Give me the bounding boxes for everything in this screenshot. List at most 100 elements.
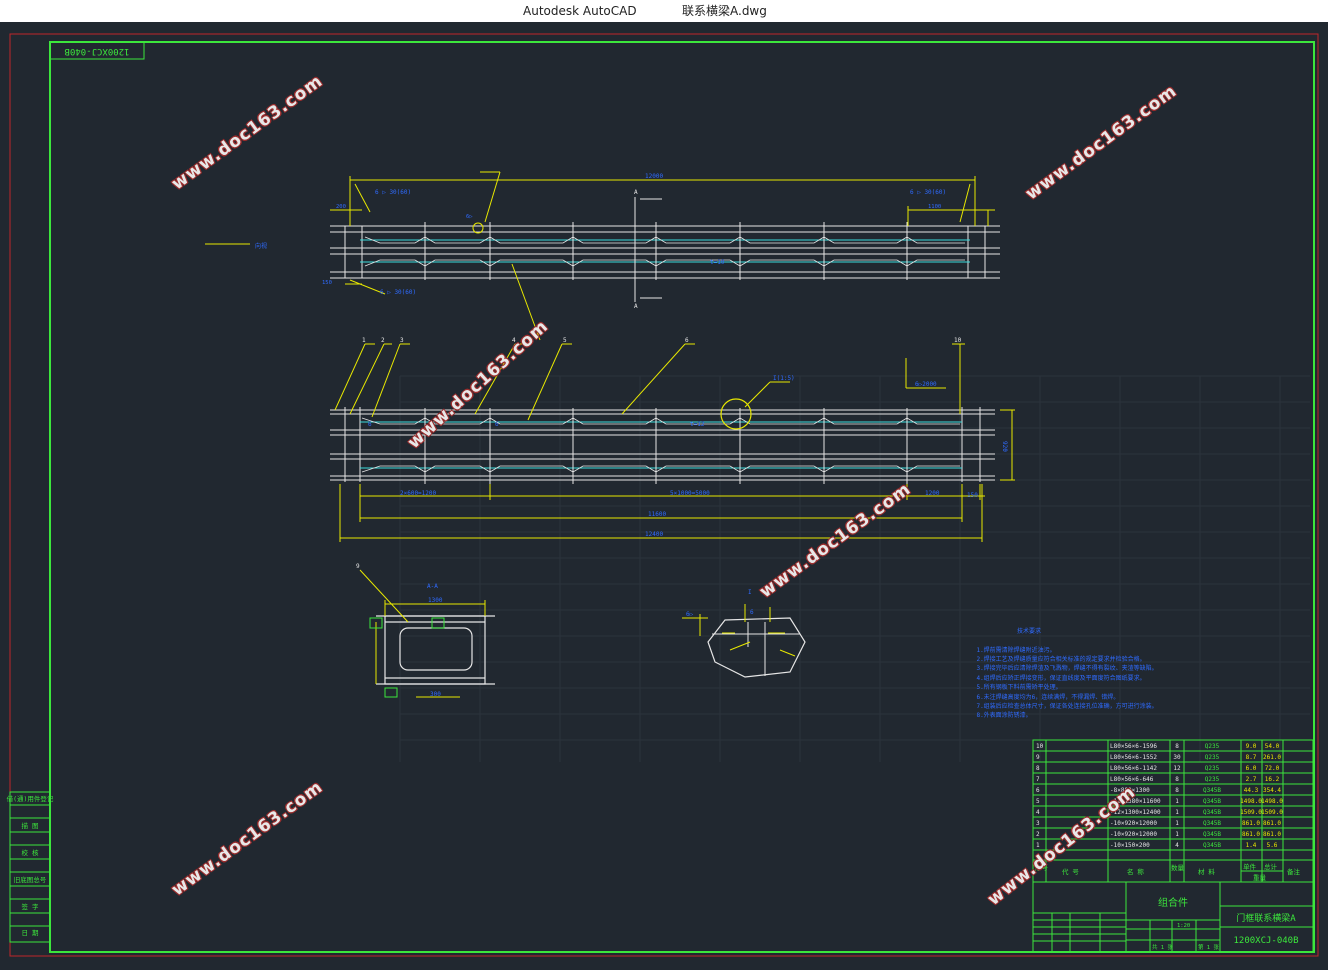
svg-text:150: 150 xyxy=(967,492,978,499)
note-4: 4.组焊后应矫正焊接变形，保证直线度及平面度符合图纸要求。 xyxy=(976,674,1146,682)
bom-cell-material: Q235 xyxy=(1205,754,1220,761)
svg-text:200: 200 xyxy=(336,204,346,210)
app-name: Autodesk AutoCAD xyxy=(523,4,637,18)
drawing-scale: 1:20 xyxy=(1177,923,1190,929)
svg-text:6: 6 xyxy=(750,609,754,616)
bom-cell-unit: 861.0 xyxy=(1242,831,1260,838)
bom-cell-qty: 8 xyxy=(1175,743,1179,750)
section-a-a-view[interactable]: A-A 1300 300 9 xyxy=(356,563,495,698)
bom-cell-total: 354.4 xyxy=(1263,787,1281,794)
front-plate-label: t=12 xyxy=(690,421,705,428)
bom-cell-total: 261.0 xyxy=(1263,754,1281,761)
svg-text:2: 2 xyxy=(381,337,385,344)
bom-cell-no: 3 xyxy=(1036,820,1040,827)
rotated-drawing-number: 1200XCJ-040B xyxy=(64,46,129,56)
detail-i-label: I(1:5) xyxy=(773,375,795,382)
bom-cell-no: 8 xyxy=(1036,765,1040,772)
bom-cell-qty: 8 xyxy=(1175,776,1179,783)
bom-cell-qty: 12 xyxy=(1173,765,1181,772)
left-stamp-table xyxy=(9,791,51,943)
assembly-label: 组合件 xyxy=(1158,896,1188,909)
top-weld-sym-bottom: 6 ▷ 30(60) xyxy=(380,289,416,296)
note-1: 1.焊前需清除焊缝附近油污。 xyxy=(976,646,1056,654)
top-plate-label: t=10 xyxy=(710,259,725,266)
note-6: 6.未注焊缝高度均为6，连续满焊，不得漏焊、错焊。 xyxy=(976,693,1120,701)
drawing-title: 门框联系横梁A xyxy=(1236,912,1296,924)
stamp-label-1: 借(通)用件登记 xyxy=(7,794,54,803)
bom-cell-name: -10×920×12000 xyxy=(1110,831,1157,838)
bom-cell-no: 5 xyxy=(1036,798,1040,805)
stamp-label-2: 描 图 xyxy=(22,821,39,830)
bom-cell-name: L80×56×6-1596 xyxy=(1110,743,1157,750)
svg-text:1100: 1100 xyxy=(928,204,941,210)
front-view[interactable]: 2×600=1200 5×1000=5000 1200 11600 12400 … xyxy=(330,337,1015,542)
bom-cell-unit: 1.4 xyxy=(1246,842,1257,849)
bom-cell-total: 72.0 xyxy=(1265,765,1280,772)
bom-cell-qty: 8 xyxy=(1175,787,1179,794)
svg-text:10: 10 xyxy=(954,337,962,344)
bom-cell-total: 1509.0 xyxy=(1261,809,1283,816)
bom-cell-no: 6 xyxy=(1036,787,1040,794)
bom-cell-no: 10 xyxy=(1036,743,1044,750)
note-2: 2.焊接工艺及焊缝质量应符合相关标准的规定要求并检验合格。 xyxy=(976,656,1146,664)
svg-text:3: 3 xyxy=(400,337,404,344)
dim-front-total: 12400 xyxy=(645,531,663,538)
section-title: A-A xyxy=(427,583,438,590)
bom-cell-no: 1 xyxy=(1036,842,1040,849)
drawing-canvas[interactable]: 1200XCJ-040B 借(通)用件登记 描 图 校 核 旧底图总号 签 字 … xyxy=(0,22,1328,966)
grid-lines xyxy=(399,375,1310,762)
bom-cell-no: 7 xyxy=(1036,776,1040,783)
bom-cell-qty: 1 xyxy=(1175,820,1179,827)
bom-header-weight: 重量 xyxy=(1253,874,1267,882)
bom-cell-material: Q345B xyxy=(1203,831,1221,838)
bom-header-unit: 单件 xyxy=(1243,862,1257,871)
bom-cell-total: 5.6 xyxy=(1267,842,1278,849)
bom-header-remark: 备注 xyxy=(1287,867,1301,876)
bom-cell-qty: 4 xyxy=(1175,842,1179,849)
note-7: 7.组装后应检查总体尺寸，保证各处连接孔位准确，方可进行涂装。 xyxy=(976,703,1158,711)
bom-header-total: 总计 xyxy=(1264,862,1278,871)
svg-text:9: 9 xyxy=(356,563,360,570)
bom-cell-material: Q345B xyxy=(1203,787,1221,794)
section-a-top: A xyxy=(634,189,638,196)
svg-text:150: 150 xyxy=(322,280,332,286)
bom-cell-total: 16.2 xyxy=(1265,776,1280,783)
bom-cell-unit: 44.3 xyxy=(1244,787,1259,794)
detail-i-view[interactable]: I 6▷ 6 xyxy=(682,589,806,678)
note-5: 5.所有钢板下料前需矫平处理。 xyxy=(976,684,1062,692)
bom-header-name: 名 称 xyxy=(1127,867,1144,876)
svg-text:300: 300 xyxy=(430,691,441,698)
bom-cell-unit: 1509.0 xyxy=(1240,809,1262,816)
bom-cell-total: 1498.0 xyxy=(1261,798,1283,805)
bom-cell-no: 4 xyxy=(1036,809,1040,816)
bom-cell-material: Q235 xyxy=(1205,776,1220,783)
technical-notes: 技术要求 1.焊前需清除焊缝附近油污。 2.焊接工艺及焊缝质量应符合相关标准的规… xyxy=(962,608,1158,730)
bom-cell-name: -10×920×12000 xyxy=(1110,820,1157,827)
bom-cell-total: 861.0 xyxy=(1263,820,1281,827)
dim-front-right: 1200 xyxy=(925,490,940,497)
section-weld-box-3 xyxy=(384,687,398,698)
svg-text:6▷: 6▷ xyxy=(686,611,694,618)
top-weld-sym-right: 6 ▷ 30(60) xyxy=(910,189,946,196)
svg-text:6: 6 xyxy=(685,337,689,344)
sheet-total: 共 1 张 xyxy=(1152,943,1173,951)
front-view-stiffeners xyxy=(424,408,908,484)
bom-cell-unit: 9.0 xyxy=(1246,743,1257,750)
bom-cell-material: Q345B xyxy=(1203,809,1221,816)
dim-front-height: 920 xyxy=(1001,441,1008,452)
bom-cell-qty: 30 xyxy=(1173,754,1181,761)
bom-cell-name: L80×56×6-1552 xyxy=(1110,754,1157,761)
bom-cell-unit: 8.7 xyxy=(1246,754,1257,761)
bom-cell-material: Q235 xyxy=(1205,765,1220,772)
stamp-label-4: 旧底图总号 xyxy=(14,875,47,884)
sheet-number: 第 1 张 xyxy=(1198,943,1219,951)
top-view[interactable]: 12000 6 ▷ 30(60) 6 ▷ 30(60) 6 ▷ 30(60) t… xyxy=(205,171,1000,341)
bom-cell-material: Q345B xyxy=(1203,842,1221,849)
dim-front-left: 2×600=1200 xyxy=(400,490,437,497)
top-view-stiffeners xyxy=(424,222,908,280)
bom-cell-unit: 2.7 xyxy=(1246,776,1257,783)
front-view-leaders xyxy=(334,343,965,421)
bom-cell-unit: 6.0 xyxy=(1246,765,1257,772)
bom-header-code: 代 号 xyxy=(1062,867,1079,876)
section-weld-box-2 xyxy=(431,617,445,629)
